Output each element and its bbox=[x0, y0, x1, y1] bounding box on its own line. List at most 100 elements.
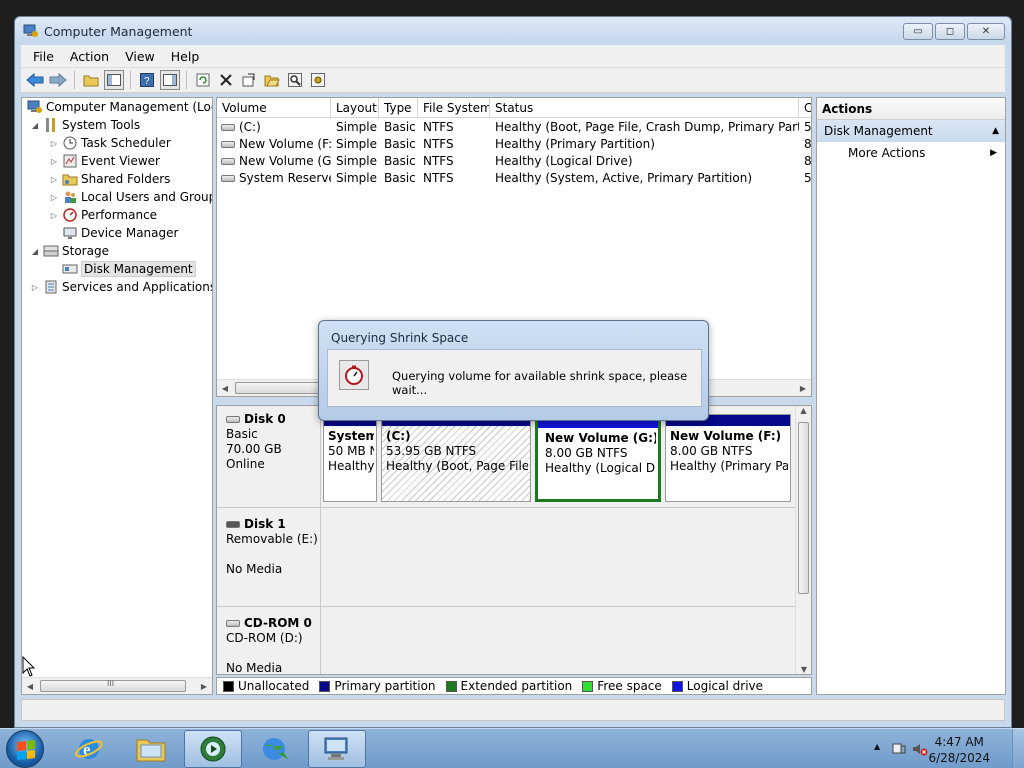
taskbar-explorer[interactable] bbox=[122, 730, 180, 768]
clock-date: 6/28/2024 bbox=[928, 751, 990, 765]
delete-button[interactable] bbox=[216, 70, 236, 90]
menu-action[interactable]: Action bbox=[62, 49, 117, 64]
scrollbar-thumb[interactable]: III bbox=[40, 679, 186, 692]
minimize-button[interactable]: ▭ bbox=[903, 23, 933, 40]
scrollbar-thumb[interactable] bbox=[798, 422, 809, 594]
properties-view-icon bbox=[163, 74, 177, 86]
disk-state: No Media bbox=[226, 562, 283, 576]
scroll-left-icon[interactable]: ◀ bbox=[217, 384, 233, 393]
collapse-arrow-icon[interactable]: ◢ bbox=[30, 247, 40, 256]
taskbar-internet-explorer[interactable]: e bbox=[60, 730, 118, 768]
collapse-arrow-icon[interactable]: ◢ bbox=[30, 121, 40, 130]
column-layout[interactable]: Layout bbox=[331, 98, 379, 118]
scroll-up-icon[interactable]: ▲ bbox=[796, 406, 811, 415]
console-tree: Computer Management (Local ◢ System Tool… bbox=[21, 97, 213, 695]
settings-button[interactable] bbox=[308, 70, 328, 90]
maximize-button[interactable]: ◻ bbox=[935, 23, 965, 40]
open-button[interactable] bbox=[262, 70, 282, 90]
legend-logical-drive: Logical drive bbox=[671, 679, 763, 693]
volume-name: New Volume (G:) bbox=[239, 154, 331, 168]
volume-muted-icon[interactable] bbox=[912, 742, 928, 759]
search-button[interactable] bbox=[285, 70, 305, 90]
show-desktop-button[interactable] bbox=[1012, 729, 1024, 768]
start-button[interactable] bbox=[6, 730, 44, 768]
forward-button[interactable] bbox=[48, 70, 68, 90]
expand-arrow-icon[interactable]: ▷ bbox=[49, 211, 59, 220]
drive-icon bbox=[221, 124, 235, 131]
windows-logo-icon bbox=[17, 740, 35, 760]
tree-item-disk-management[interactable]: Disk Management bbox=[59, 260, 196, 278]
close-button[interactable]: ✕ bbox=[967, 23, 1005, 40]
column-type[interactable]: Type bbox=[379, 98, 418, 118]
taskbar-media-player[interactable] bbox=[184, 730, 242, 768]
show-hidden-icons-icon[interactable]: ▲ bbox=[874, 742, 880, 751]
expand-arrow-icon[interactable]: ▷ bbox=[30, 283, 40, 292]
cdrom-0-label[interactable]: CD-ROM 0 CD-ROM (D:) No Media bbox=[217, 607, 321, 674]
show-hide-tree-icon bbox=[107, 74, 121, 86]
up-button[interactable] bbox=[81, 70, 101, 90]
disk-view-vertical-scrollbar[interactable]: ▲ ▼ bbox=[795, 406, 811, 674]
disk-1-label[interactable]: Disk 1 Removable (E:) No Media bbox=[217, 508, 321, 607]
refresh-button[interactable] bbox=[193, 70, 213, 90]
scroll-right-icon[interactable]: ▶ bbox=[196, 682, 212, 691]
tree-item-root[interactable]: Computer Management (Local bbox=[24, 98, 212, 116]
menu-view[interactable]: View bbox=[117, 49, 163, 64]
partition-g[interactable]: New Volume (G:) 8.00 GB NTFS Healthy (Lo… bbox=[535, 414, 661, 502]
expand-arrow-icon[interactable]: ▷ bbox=[49, 157, 59, 166]
scrollbar-thumb[interactable] bbox=[235, 382, 331, 394]
column-capacity[interactable]: C bbox=[799, 98, 811, 118]
up-folder-icon bbox=[83, 75, 99, 87]
actions-section-disk-management[interactable]: Disk Management ▲ bbox=[817, 120, 1005, 142]
menu-help[interactable]: Help bbox=[163, 49, 208, 64]
disk-0-label[interactable]: Disk 0 Basic 70.00 GB Online bbox=[217, 406, 321, 508]
expand-arrow-icon[interactable]: ▷ bbox=[49, 175, 59, 184]
partition-name: (C:) bbox=[386, 429, 411, 443]
scroll-right-icon[interactable]: ▶ bbox=[795, 384, 811, 393]
collapse-up-icon[interactable]: ▲ bbox=[992, 120, 999, 142]
tree-horizontal-scrollbar[interactable]: ◀ III ▶ bbox=[22, 677, 212, 694]
legend-label: Primary partition bbox=[334, 679, 436, 693]
properties-view-button[interactable] bbox=[160, 70, 180, 90]
partition-system-reserved[interactable]: System 50 MB N Healthy bbox=[323, 414, 377, 502]
scroll-left-icon[interactable]: ◀ bbox=[22, 682, 38, 691]
expand-arrow-icon[interactable]: ▷ bbox=[49, 193, 59, 202]
scroll-down-icon[interactable]: ▼ bbox=[796, 665, 811, 674]
legend-label: Free space bbox=[597, 679, 662, 693]
partition-c[interactable]: (C:) 53.95 GB NTFS Healthy (Boot, Page F… bbox=[381, 414, 531, 502]
tree-item-device-manager[interactable]: Device Manager bbox=[59, 224, 178, 242]
more-actions-item[interactable]: More Actions ▶ bbox=[817, 142, 1005, 164]
column-volume[interactable]: Volume bbox=[217, 98, 331, 118]
clock[interactable]: 4:47 AM 6/28/2024 bbox=[928, 734, 990, 766]
explorer-folder-icon bbox=[136, 739, 166, 762]
properties-button[interactable] bbox=[239, 70, 259, 90]
tree-item-task-scheduler[interactable]: ▷ Task Scheduler bbox=[49, 134, 171, 152]
legend-swatch bbox=[671, 680, 683, 692]
tree-item-storage[interactable]: ◢ Storage bbox=[30, 242, 109, 260]
taskbar-network[interactable] bbox=[246, 730, 304, 768]
computer-management-icon bbox=[27, 99, 43, 115]
help-button[interactable]: ? bbox=[137, 70, 157, 90]
tree-item-services[interactable]: ▷ Services and Applications bbox=[30, 278, 212, 296]
action-center-icon[interactable] bbox=[892, 742, 906, 759]
partition-f[interactable]: New Volume (F:) 8.00 GB NTFS Healthy (Pr… bbox=[665, 414, 791, 502]
tree-item-event-viewer[interactable]: ▷ Event Viewer bbox=[49, 152, 160, 170]
title-bar[interactable]: Computer Management ▭ ◻ ✕ bbox=[15, 17, 1011, 45]
tree-item-local-users[interactable]: ▷ Local Users and Groups bbox=[49, 188, 212, 206]
table-row[interactable]: (C:) Simple Basic NTFS Healthy (Boot, Pa… bbox=[217, 119, 811, 136]
tree-item-shared-folders[interactable]: ▷ Shared Folders bbox=[49, 170, 170, 188]
menu-file[interactable]: File bbox=[25, 49, 62, 64]
table-row[interactable]: New Volume (G:) Simple Basic NTFS Health… bbox=[217, 153, 811, 170]
back-button[interactable] bbox=[25, 70, 45, 90]
delete-icon bbox=[220, 74, 232, 86]
tree-item-system-tools[interactable]: ◢ System Tools bbox=[30, 116, 140, 134]
legend-unallocated: Unallocated bbox=[223, 679, 309, 693]
section-label: Disk Management bbox=[824, 124, 933, 138]
taskbar-computer-management[interactable] bbox=[308, 730, 366, 768]
expand-arrow-icon[interactable]: ▷ bbox=[49, 139, 59, 148]
table-row[interactable]: New Volume (F:) Simple Basic NTFS Health… bbox=[217, 136, 811, 153]
tree-item-performance[interactable]: ▷ Performance bbox=[49, 206, 157, 224]
show-hide-tree-button[interactable] bbox=[104, 70, 124, 90]
column-file-system[interactable]: File System bbox=[418, 98, 490, 118]
column-status[interactable]: Status bbox=[490, 98, 799, 118]
table-row[interactable]: System Reserved Simple Basic NTFS Health… bbox=[217, 170, 811, 187]
